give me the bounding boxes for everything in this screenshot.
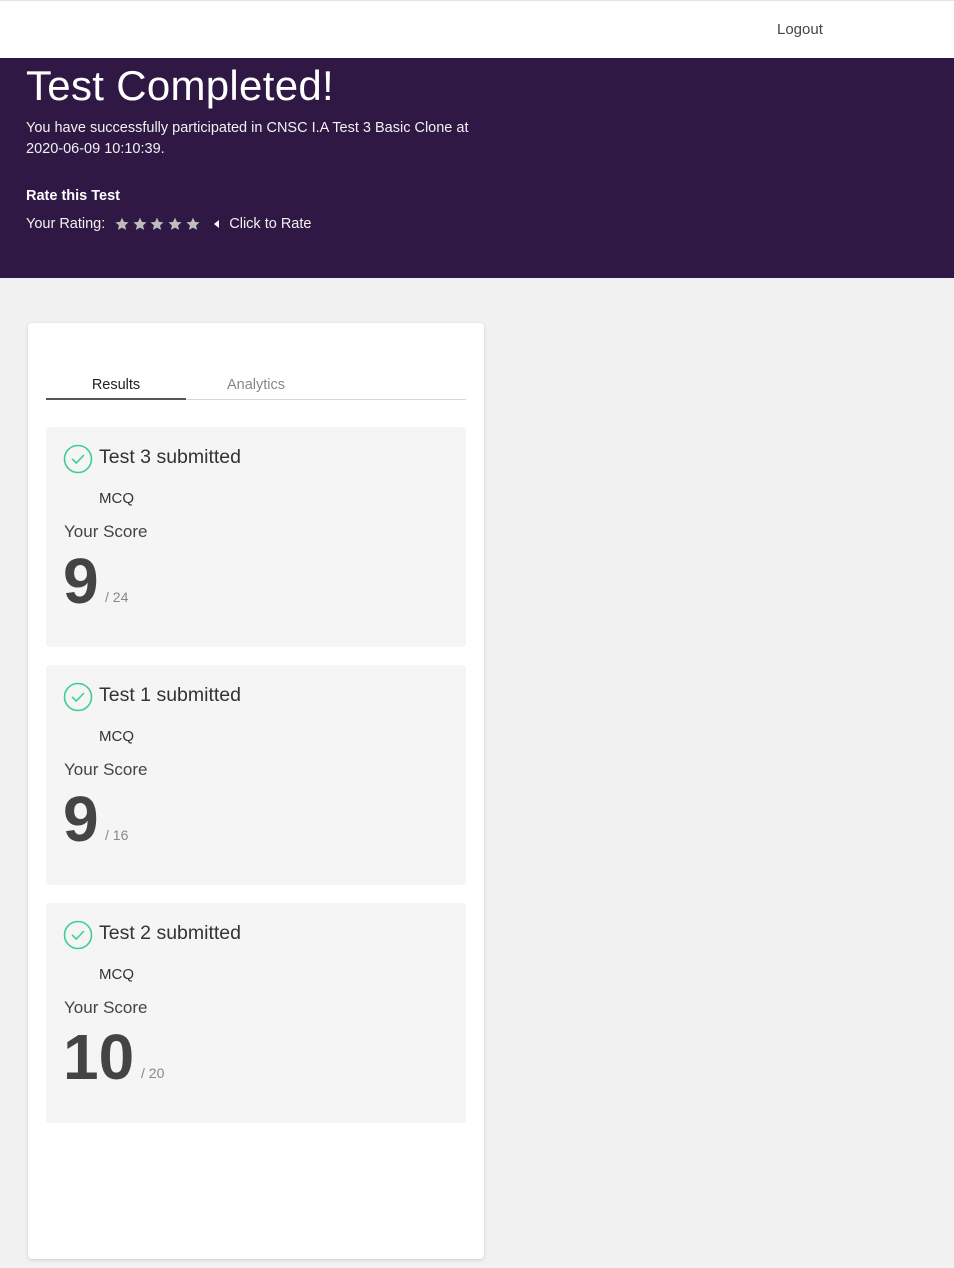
result-item: Test 1 submitted MCQ Your Score 9 / 16 (46, 665, 466, 885)
result-title: Test 2 submitted (99, 922, 241, 944)
result-title: Test 3 submitted (99, 446, 241, 468)
click-to-rate-link[interactable]: Click to Rate (229, 216, 311, 232)
result-item: Test 2 submitted MCQ Your Score 10 / 20 (46, 903, 466, 1123)
caret-left-icon (214, 220, 220, 228)
check-circle-icon (63, 920, 93, 950)
check-circle-icon (63, 682, 93, 712)
rating-label: Your Rating: (26, 216, 106, 232)
hero-banner: Test Completed! You have successfully pa… (0, 58, 954, 278)
tab-bar: Results Analytics (46, 373, 466, 400)
star-icon[interactable] (167, 216, 183, 232)
score-value: 9 (63, 545, 99, 617)
score-label: Your Score (64, 522, 148, 541)
star-icon[interactable] (114, 216, 130, 232)
score-label: Your Score (64, 998, 148, 1017)
top-navbar: Logout (0, 0, 954, 58)
result-type: MCQ (99, 728, 134, 745)
score-total: / 24 (105, 589, 129, 605)
rate-heading: Rate this Test (26, 188, 121, 204)
page-title: Test Completed! (26, 62, 334, 109)
check-circle-icon (63, 444, 93, 474)
completion-message: You have successfully participated in CN… (26, 120, 469, 157)
score-total: / 16 (105, 827, 129, 843)
result-type: MCQ (99, 966, 134, 983)
result-type: MCQ (99, 490, 134, 507)
star-rating[interactable] (114, 216, 202, 232)
star-icon[interactable] (149, 216, 165, 232)
score-label: Your Score (64, 760, 148, 779)
result-title: Test 1 submitted (99, 684, 241, 706)
score-value: 9 (63, 783, 99, 855)
tab-analytics[interactable]: Analytics (186, 373, 326, 400)
star-icon[interactable] (132, 216, 148, 232)
results-card: Results Analytics Test 3 submitted MCQ Y… (28, 323, 484, 1259)
logout-link[interactable]: Logout (777, 21, 823, 38)
result-item: Test 3 submitted MCQ Your Score 9 / 24 (46, 427, 466, 647)
tab-results[interactable]: Results (46, 373, 186, 400)
rating-row: Your Rating: Click to Rate (26, 214, 311, 234)
score-total: / 20 (141, 1065, 165, 1081)
score-value: 10 (63, 1021, 135, 1093)
star-icon[interactable] (185, 216, 201, 232)
